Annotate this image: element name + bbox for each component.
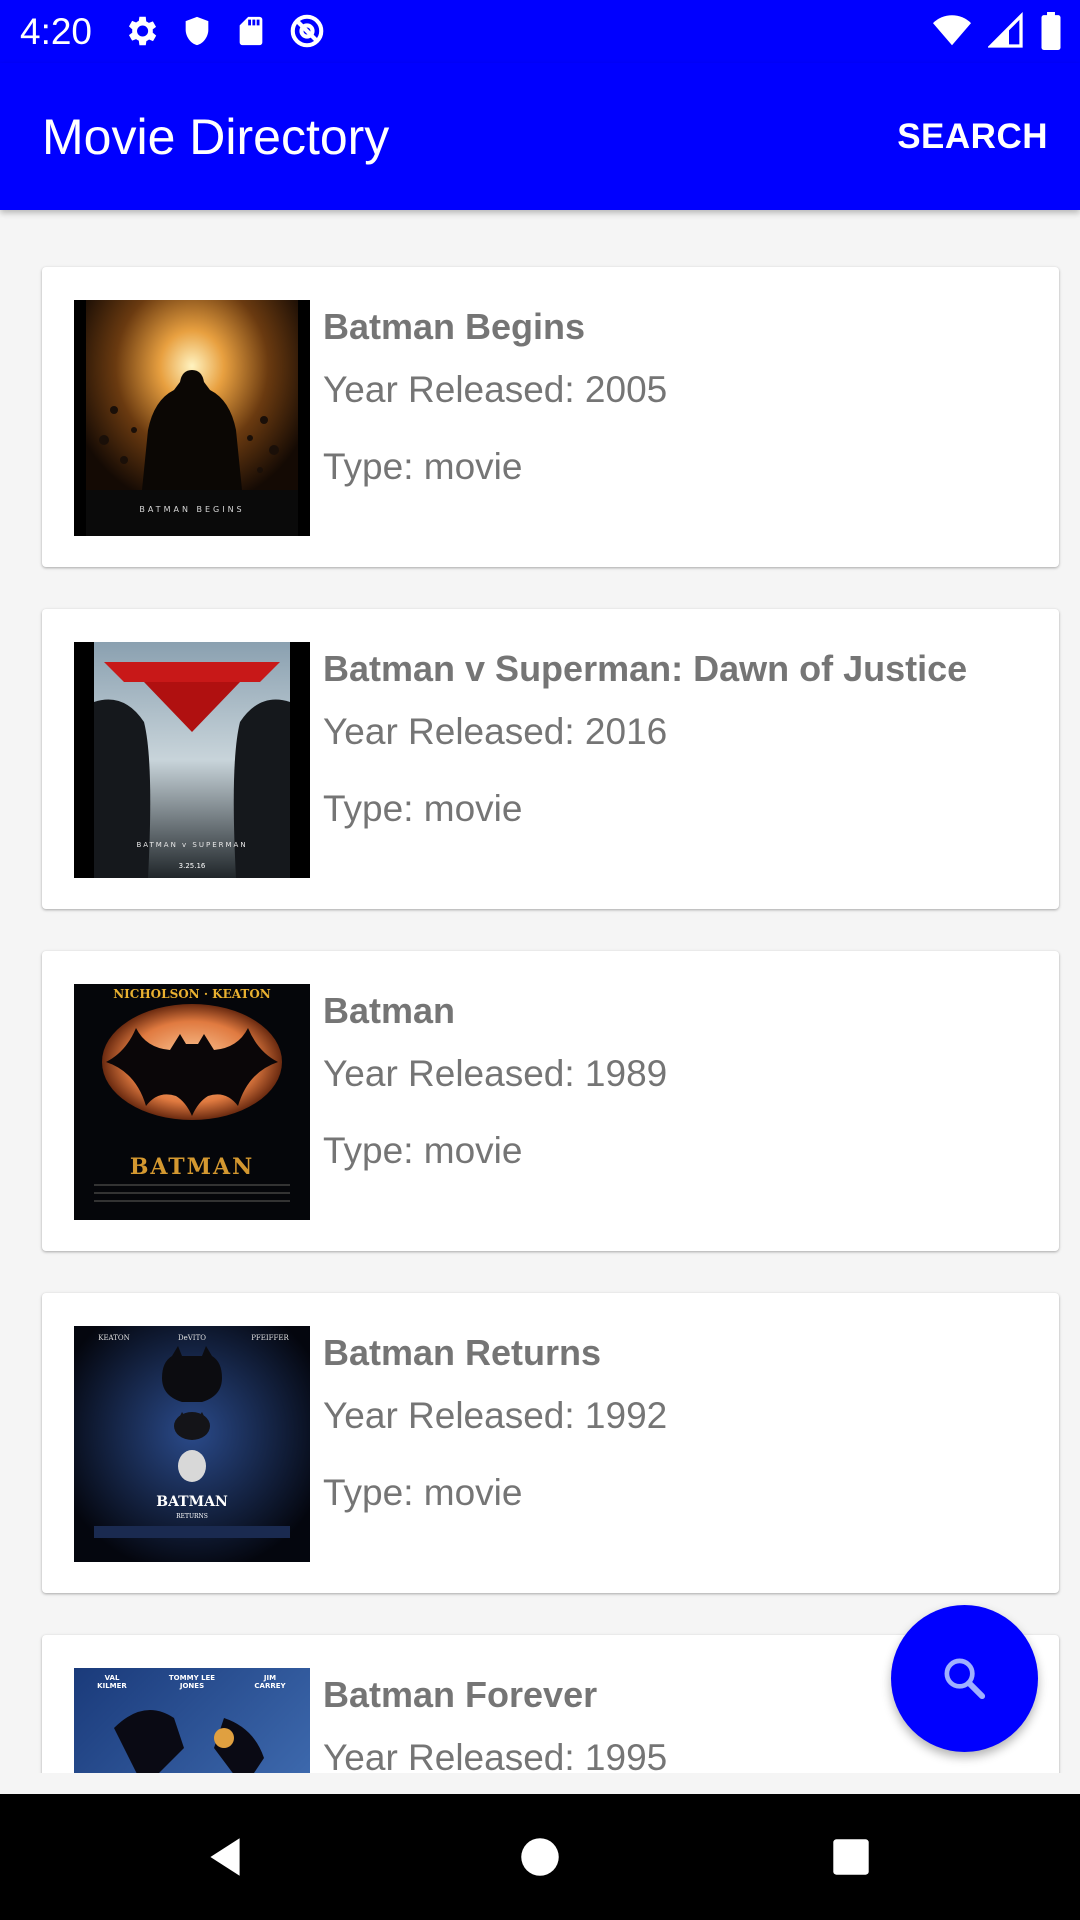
at-sign-icon: [288, 12, 326, 50]
home-icon: [521, 1838, 559, 1876]
svg-text:JONES: JONES: [179, 1682, 204, 1690]
svg-text:BATMAN BEGINS: BATMAN BEGINS: [139, 505, 244, 514]
navigation-bar: [0, 1794, 1080, 1920]
svg-text:BATMAN: BATMAN: [130, 1154, 254, 1180]
status-icons-right: [932, 12, 1062, 50]
wifi-icon: [932, 12, 972, 50]
svg-text:BATMAN v SUPERMAN: BATMAN v SUPERMAN: [136, 841, 247, 849]
svg-text:RETURNS: RETURNS: [176, 1513, 208, 1520]
movie-year: Year Released: 2005: [323, 369, 668, 410]
movie-title: Batman v Superman: Dawn of Justice: [323, 648, 968, 689]
search-icon: [944, 1658, 986, 1700]
svg-text:KEATON: KEATON: [98, 1334, 130, 1342]
svg-text:PFEIFFER: PFEIFFER: [251, 1334, 289, 1342]
back-button[interactable]: [162, 1794, 288, 1920]
svg-text:TOMMY LEE: TOMMY LEE: [169, 1674, 215, 1682]
batman-forever-poster: VAL KILMER TOMMY LEE JONES JIM CARREY: [74, 1668, 310, 1773]
recents-button[interactable]: [788, 1794, 914, 1920]
app-bar: Movie Directory SEARCH: [0, 63, 1080, 210]
batman-returns-poster: KEATON DeVITO PFEIFFER BATMAN RETURNS: [74, 1326, 310, 1562]
movie-type: Type: movie: [323, 1130, 523, 1171]
movie-list[interactable]: BATMAN BEGINS Batman Begins Year Release…: [0, 210, 1080, 1773]
movie-type: Type: movie: [323, 446, 523, 487]
svg-text:3.25.16: 3.25.16: [179, 862, 206, 870]
svg-text:NICHOLSON · KEATON: NICHOLSON · KEATON: [113, 987, 271, 1001]
svg-text:CARREY: CARREY: [254, 1682, 286, 1690]
battery-icon: [1040, 12, 1062, 50]
settings-icon: [122, 12, 160, 50]
movie-card[interactable]: BATMAN v SUPERMAN 3.25.16 Batman v Super…: [42, 609, 1059, 909]
movie-year: Year Released: 2016: [323, 711, 668, 752]
movie-year: Year Released: 1989: [323, 1053, 668, 1094]
movie-type: Type: movie: [323, 788, 523, 829]
back-icon: [210, 1838, 240, 1876]
svg-text:KILMER: KILMER: [97, 1682, 127, 1690]
movie-type: Type: movie: [323, 1472, 523, 1513]
movie-title: Batman Forever: [323, 1674, 598, 1715]
movie-card[interactable]: KEATON DeVITO PFEIFFER BATMAN RETURNS Ba…: [42, 1293, 1059, 1593]
batman-1989-poster: NICHOLSON · KEATON BATMAN: [74, 984, 310, 1220]
movie-title: Batman Returns: [323, 1332, 602, 1373]
batman-v-superman-poster: BATMAN v SUPERMAN 3.25.16: [74, 642, 310, 878]
app-title: Movie Directory: [42, 109, 390, 165]
movie-card[interactable]: NICHOLSON · KEATON BATMAN Batman Year Re…: [42, 951, 1059, 1251]
svg-text:DeVITO: DeVITO: [178, 1334, 206, 1342]
movie-title: Batman: [323, 990, 456, 1031]
status-time: 4:20: [20, 11, 93, 52]
status-bar: 4:20: [0, 0, 1080, 63]
movie-title: Batman Begins: [323, 306, 586, 347]
batman-begins-poster: BATMAN BEGINS: [74, 300, 310, 536]
search-action-button[interactable]: SEARCH: [897, 115, 1048, 159]
search-fab-button[interactable]: [891, 1605, 1038, 1752]
shield-icon: [180, 12, 214, 50]
svg-text:BATMAN: BATMAN: [156, 1494, 228, 1510]
screen: 4:20 Movie Directory SEARCH BATMAN BEGIN…: [0, 0, 1080, 1920]
svg-text:VAL: VAL: [105, 1674, 120, 1682]
signal-icon: [988, 12, 1024, 50]
sd-card-icon: [234, 12, 268, 50]
movie-year: Year Released: 1995: [323, 1737, 668, 1773]
movie-year: Year Released: 1992: [323, 1395, 668, 1436]
svg-text:JIM: JIM: [263, 1674, 276, 1682]
movie-card[interactable]: BATMAN BEGINS Batman Begins Year Release…: [42, 267, 1059, 567]
status-icons-left: [122, 12, 326, 50]
home-button[interactable]: [477, 1794, 603, 1920]
recents-icon: [833, 1839, 869, 1875]
